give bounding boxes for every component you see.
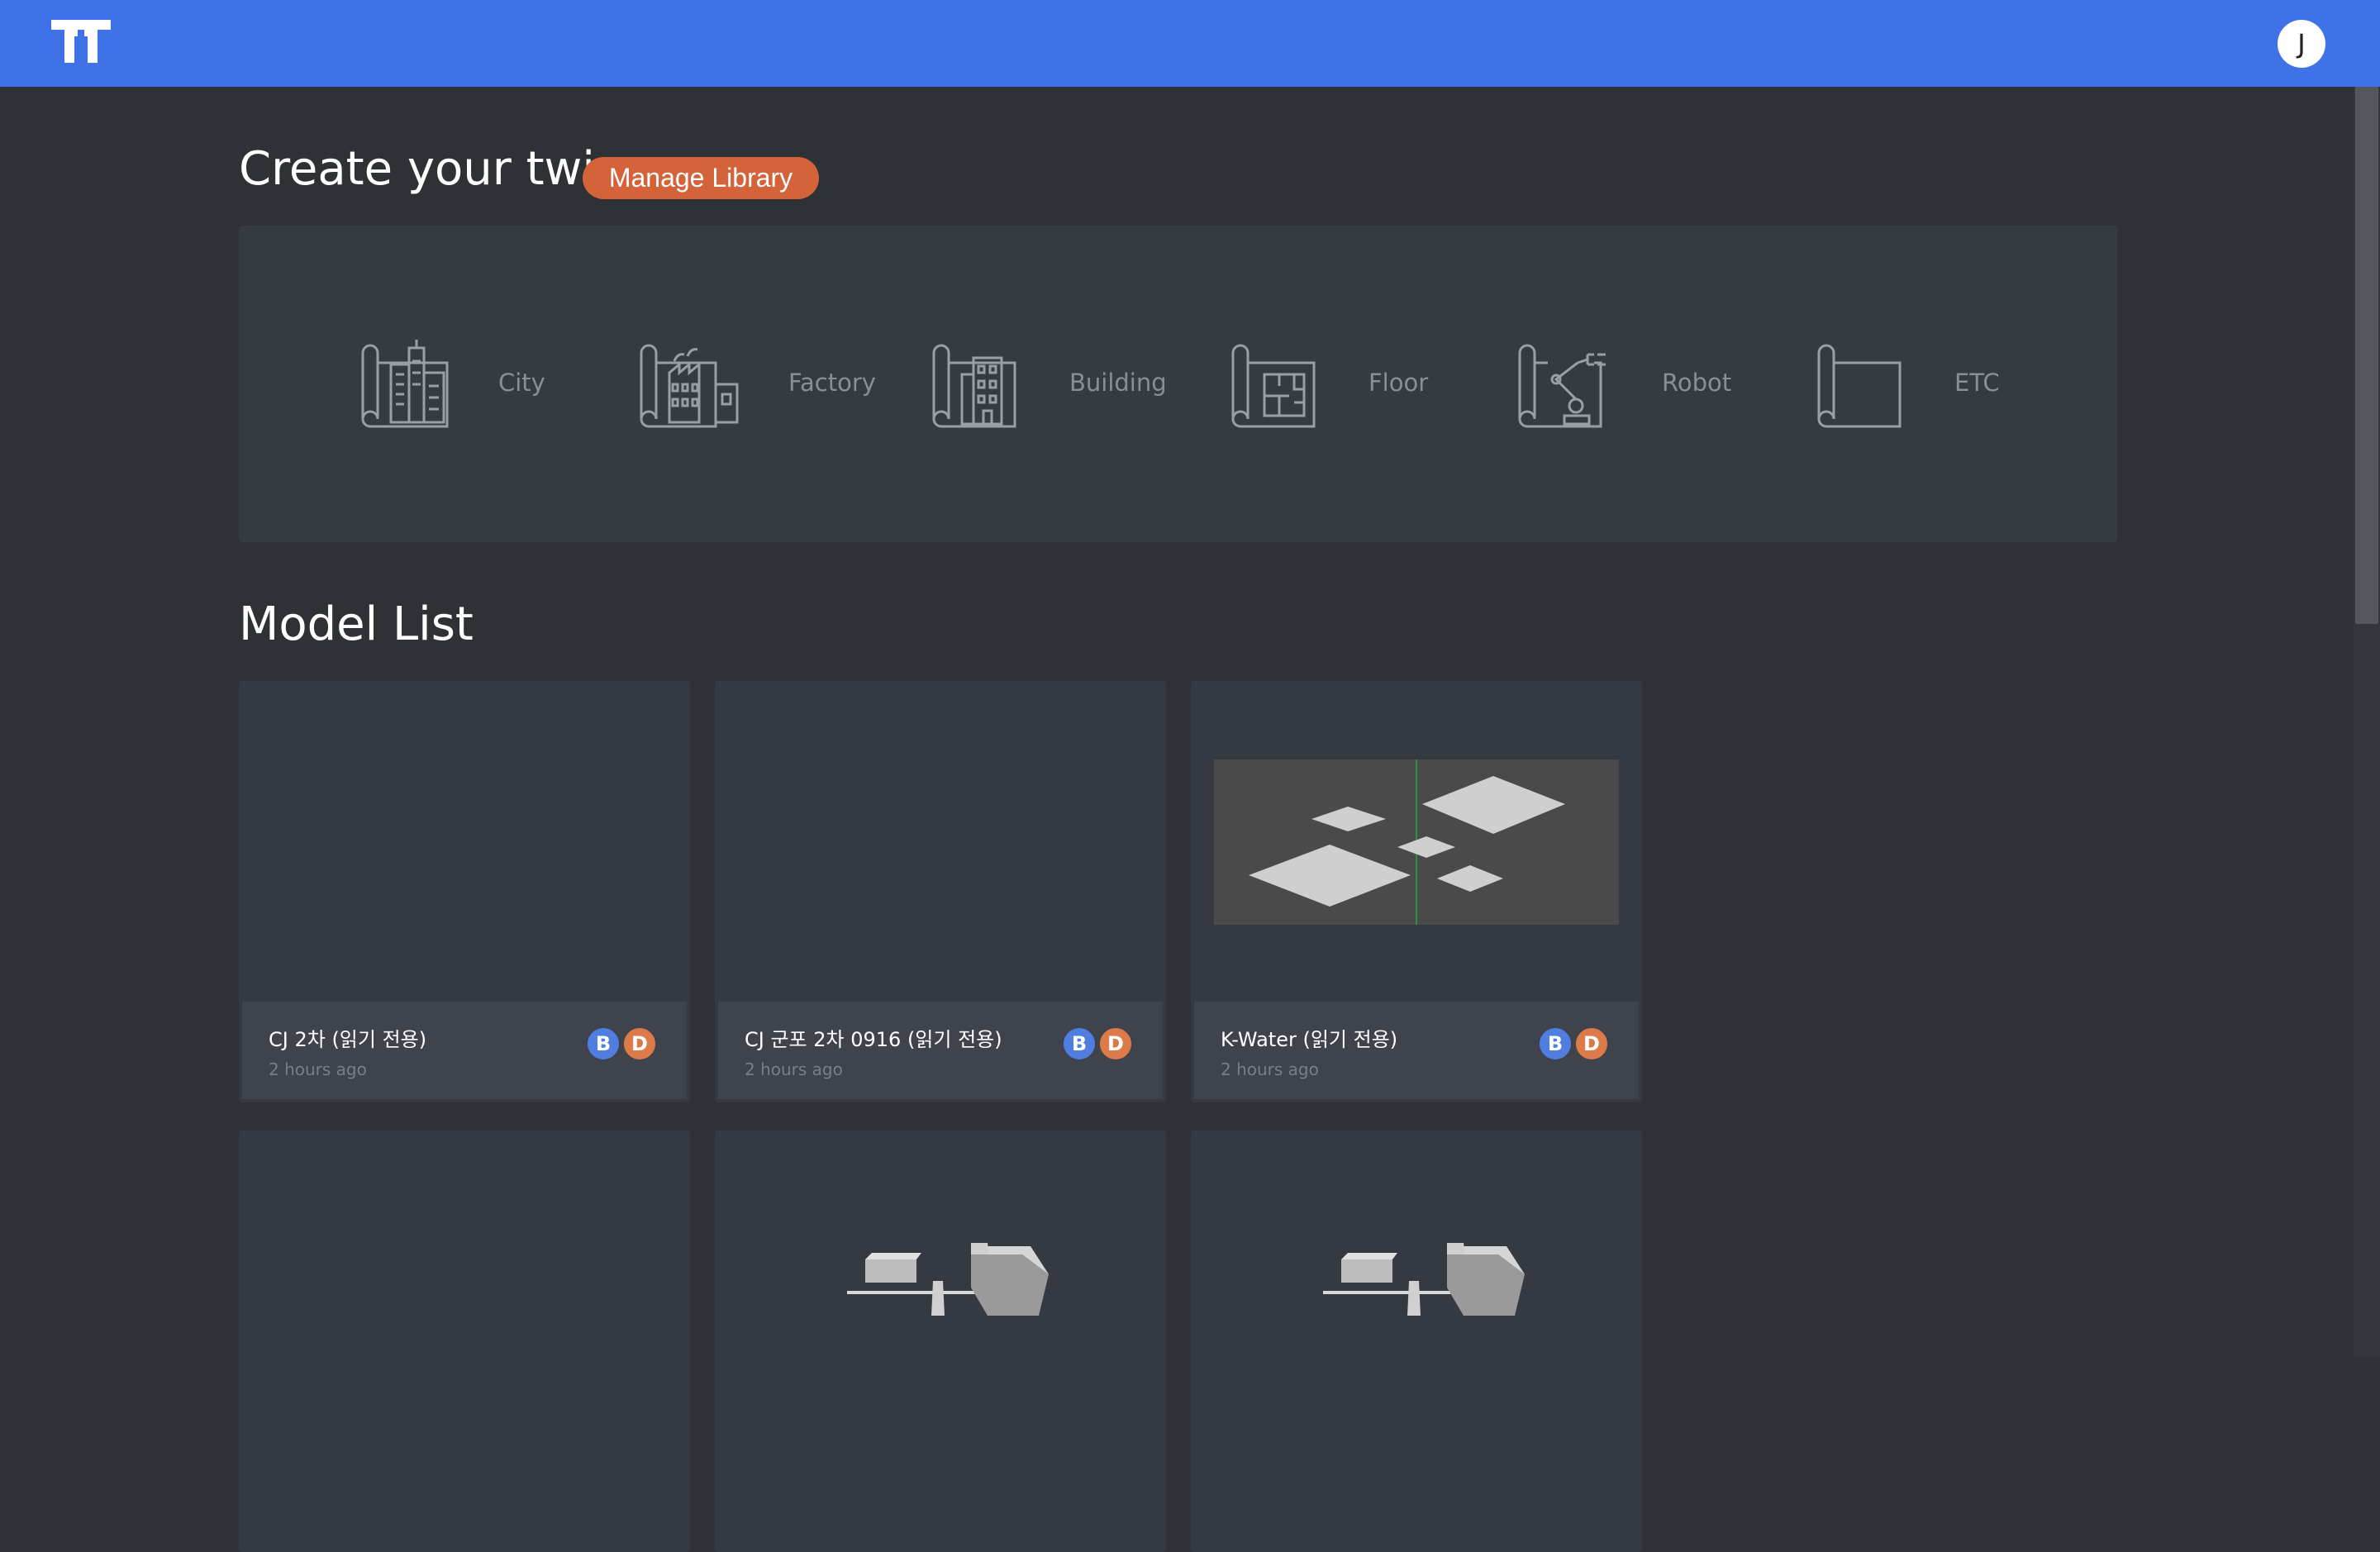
type-item-building[interactable]: Building xyxy=(929,333,1167,432)
user-badge-b: B xyxy=(1538,1026,1573,1061)
model-name: CJ 군포 2차 0916 (읽기 전용) xyxy=(745,1028,1002,1051)
type-item-etc[interactable]: ETC xyxy=(1814,333,2000,432)
user-badge-b: B xyxy=(586,1026,621,1061)
robot-icon xyxy=(1518,344,1606,428)
type-item-floor[interactable]: Floor xyxy=(1228,333,1428,432)
model-timestamp: 2 hours ago xyxy=(745,1059,843,1079)
user-badge-d: D xyxy=(1098,1026,1133,1061)
model-card-footer: CJ 2차 (읽기 전용) 2 hours ago B D xyxy=(242,1002,687,1099)
model-card[interactable] xyxy=(239,1131,690,1552)
create-section-title: Create your twin xyxy=(239,142,625,196)
type-label-floor: Floor xyxy=(1368,369,1429,397)
city-icon xyxy=(361,340,449,428)
factory-icon xyxy=(640,344,739,428)
type-label-building: Building xyxy=(1069,369,1167,397)
twin-type-panel: City Factory Building Floor Robot ETC xyxy=(239,226,2117,542)
building-icon xyxy=(932,344,1016,428)
user-badge-d: D xyxy=(1574,1026,1609,1061)
model-timestamp: 2 hours ago xyxy=(1221,1059,1319,1079)
type-label-etc: ETC xyxy=(1954,369,2000,397)
type-label-factory: Factory xyxy=(788,369,876,397)
type-label-city: City xyxy=(498,369,545,397)
type-item-factory[interactable]: Factory xyxy=(636,333,876,432)
floor-icon xyxy=(1231,344,1316,428)
model-name: K-Water (읽기 전용) xyxy=(1221,1028,1398,1051)
user-badge-b: B xyxy=(1062,1026,1097,1061)
model-card[interactable]: CJ 2차 (읽기 전용) 2 hours ago B D xyxy=(239,681,690,1102)
twin-logo-icon[interactable] xyxy=(50,18,112,64)
manage-library-button[interactable]: Manage Library xyxy=(583,157,819,199)
model-name: CJ 2차 (읽기 전용) xyxy=(269,1028,427,1051)
model-thumbnail xyxy=(1323,1243,1525,1316)
model-card[interactable] xyxy=(715,1131,1166,1552)
user-badge-d: D xyxy=(622,1026,657,1061)
model-card-footer: K-Water (읽기 전용) 2 hours ago B D xyxy=(1194,1002,1639,1099)
model-list-title: Model List xyxy=(239,597,474,651)
model-card[interactable]: K-Water (읽기 전용) 2 hours ago B D xyxy=(1191,681,1642,1102)
user-avatar[interactable]: J xyxy=(2278,20,2325,68)
model-card[interactable]: CJ 군포 2차 0916 (읽기 전용) 2 hours ago B D xyxy=(715,681,1166,1102)
model-card[interactable] xyxy=(1191,1131,1642,1552)
etc-icon xyxy=(1817,344,1902,428)
model-card-footer: CJ 군포 2차 0916 (읽기 전용) 2 hours ago B D xyxy=(718,1002,1163,1099)
model-thumbnail xyxy=(847,1243,1049,1316)
top-bar: J xyxy=(0,0,2380,87)
model-timestamp: 2 hours ago xyxy=(269,1059,367,1079)
type-label-robot: Robot xyxy=(1662,369,1732,397)
type-item-robot[interactable]: Robot xyxy=(1515,333,1731,432)
scrollbar-thumb[interactable] xyxy=(2355,87,2378,624)
type-item-city[interactable]: City xyxy=(358,333,545,432)
model-thumbnail xyxy=(1214,759,1619,925)
